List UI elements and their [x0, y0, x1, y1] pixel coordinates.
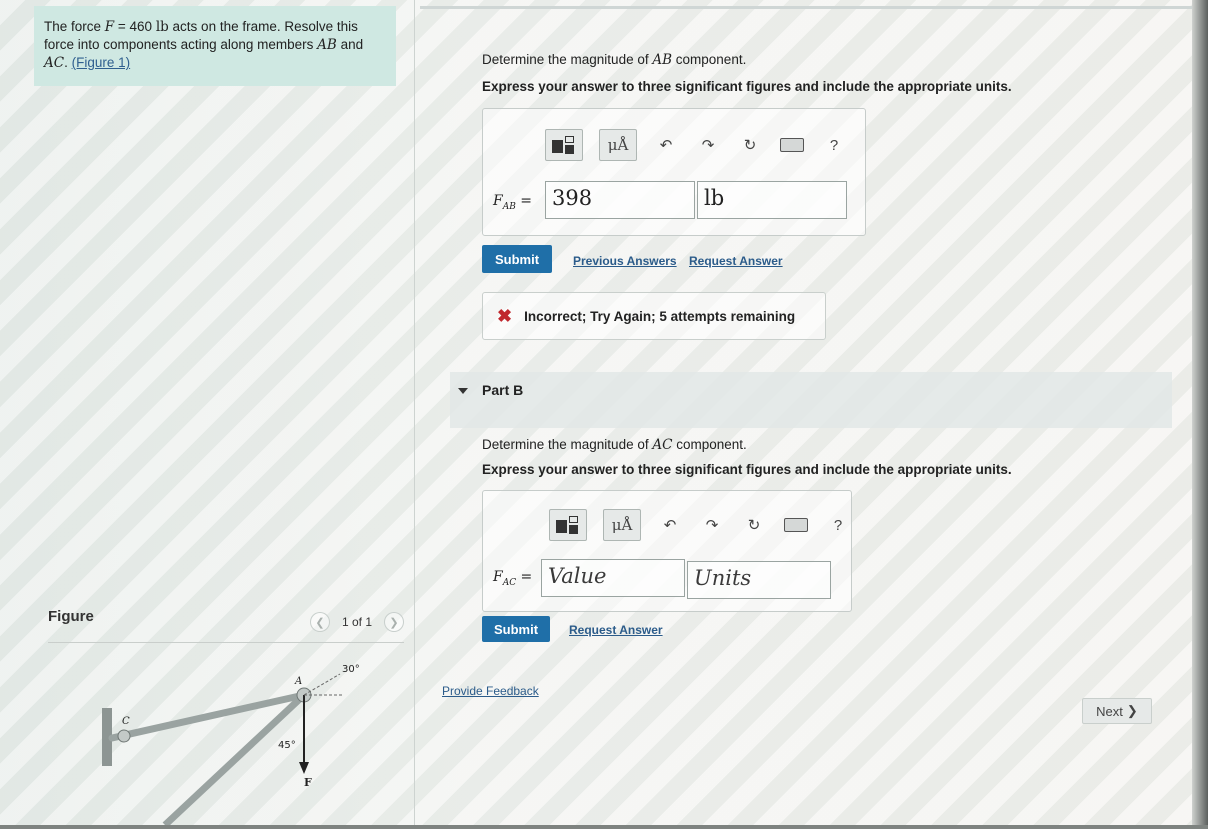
part-a-answer-box: μÅ ↶ ↷ ↻ ? FAB = 398 lb — [482, 108, 866, 236]
part-b-title: Part B — [482, 382, 524, 398]
part-a-var-sub: AB — [502, 201, 516, 212]
reset-icon[interactable]: ↻ — [741, 512, 767, 538]
caret-down-icon[interactable] — [458, 388, 468, 394]
label-f: F — [304, 776, 312, 789]
error-x-icon: ✖ — [497, 305, 513, 326]
pin-c — [117, 729, 131, 743]
undo-icon[interactable]: ↶ — [653, 132, 679, 158]
screen: The force F = 460 lb acts on the frame. … — [0, 0, 1208, 829]
part-b-variable-label: FAC = — [493, 569, 532, 588]
right-pane: Determine the magnitude of AB component.… — [420, 0, 1208, 829]
figure-pager: ❮ 1 of 1 ❯ — [310, 612, 404, 632]
part-b-question-post: component. — [672, 437, 747, 452]
label-c: C — [122, 716, 130, 727]
reset-icon[interactable]: ↻ — [737, 132, 763, 158]
part-b-header[interactable]: Part B — [450, 372, 1172, 428]
redo-icon[interactable]: ↷ — [699, 512, 725, 538]
member-ab-bar — [162, 692, 307, 825]
force-value: = 460 — [114, 19, 156, 34]
part-a-submit-button[interactable]: Submit — [482, 245, 552, 273]
angle-ref-line — [303, 673, 341, 696]
problem-statement: The force F = 460 lb acts on the frame. … — [34, 6, 396, 86]
part-b-var-main: F — [493, 569, 503, 585]
chevron-right-icon[interactable]: ❯ — [384, 612, 404, 632]
force-unit: lb — [155, 19, 169, 35]
part-b-units-field[interactable]: Units — [687, 561, 831, 599]
provide-feedback-link[interactable]: Provide Feedback — [442, 684, 539, 698]
label-angle-45: 45° — [278, 740, 296, 751]
part-a-request-answer-link[interactable]: Request Answer — [689, 254, 783, 268]
part-b-instruction: Express your answer to three significant… — [482, 462, 1012, 477]
window-edge — [1192, 0, 1208, 829]
keyboard-icon[interactable] — [779, 132, 805, 158]
chevron-left-icon[interactable]: ❮ — [310, 612, 330, 632]
frame-diagram: A C 30° 45° F — [102, 664, 360, 825]
part-a-var-main: F — [493, 193, 503, 209]
bottom-edge — [0, 825, 1208, 829]
part-a-question-pre: Determine the magnitude of — [482, 52, 653, 67]
problem-and: and — [336, 37, 364, 52]
previous-answers-link[interactable]: Previous Answers — [573, 254, 677, 268]
figure-header: Figure ❮ 1 of 1 ❯ — [48, 606, 404, 643]
feedback-box: ✖ Incorrect; Try Again; 5 attempts remai… — [482, 292, 826, 340]
force-arrowhead — [299, 762, 309, 774]
keyboard-icon[interactable] — [783, 512, 809, 538]
help-icon[interactable]: ? — [821, 132, 847, 158]
member-ab: AB — [317, 37, 337, 53]
part-b-question: Determine the magnitude of AC component. — [482, 437, 747, 453]
part-b-submit-button[interactable]: Submit — [482, 616, 550, 642]
part-a-value-field[interactable]: 398 — [545, 181, 695, 219]
problem-text-1: The force — [44, 19, 105, 34]
units-icon[interactable]: μÅ — [599, 129, 637, 161]
part-a-question-post: component. — [672, 52, 747, 67]
part-b-var-eq: = — [516, 569, 533, 585]
next-label: Next — [1096, 703, 1123, 719]
figure-page-count: 1 of 1 — [341, 615, 373, 629]
part-a-question-var: AB — [652, 52, 673, 68]
feedback-message: Incorrect; Try Again; 5 attempts remaini… — [524, 308, 796, 324]
part-a-question: Determine the magnitude of AB component. — [482, 52, 746, 68]
part-a-units-field[interactable]: lb — [697, 181, 847, 219]
label-a: A — [294, 676, 302, 687]
member-ac-bar — [108, 691, 308, 742]
label-angle-30: 30° — [342, 664, 360, 675]
force-variable: F — [104, 19, 115, 35]
part-b-question-pre: Determine the magnitude of — [482, 437, 653, 452]
part-b-answer-box: μÅ ↶ ↷ ↻ ? FAC = Value Units — [482, 490, 852, 612]
chevron-right-icon: ❯ — [1126, 703, 1138, 718]
part-b-request-answer-link[interactable]: Request Answer — [569, 623, 663, 637]
problem-period: . — [64, 55, 72, 70]
part-b-var-sub: AC — [502, 577, 517, 588]
template-icon[interactable] — [549, 509, 587, 541]
part-b-value-field[interactable]: Value — [541, 559, 685, 597]
part-a-var-eq: = — [515, 193, 533, 209]
units-icon[interactable]: μÅ — [603, 509, 641, 541]
left-pane: The force F = 460 lb acts on the frame. … — [0, 0, 415, 829]
part-a-instruction: Express your answer to three significant… — [482, 79, 1012, 94]
figure-link[interactable]: (Figure 1) — [72, 55, 131, 70]
part-a-variable-label: FAB = — [493, 193, 532, 212]
part-b-question-var: AC — [652, 437, 673, 453]
help-icon[interactable]: ? — [825, 512, 851, 538]
part-a-toolbar: μÅ ↶ ↷ ↻ ? — [545, 129, 847, 161]
next-button[interactable]: Next ❯ — [1082, 698, 1152, 724]
redo-icon[interactable]: ↷ — [695, 132, 721, 158]
part-b-toolbar: μÅ ↶ ↷ ↻ ? — [549, 509, 851, 541]
member-ac: AC — [44, 55, 65, 71]
undo-icon[interactable]: ↶ — [657, 512, 683, 538]
figure-heading: Figure — [48, 608, 94, 625]
template-icon[interactable] — [545, 129, 583, 161]
